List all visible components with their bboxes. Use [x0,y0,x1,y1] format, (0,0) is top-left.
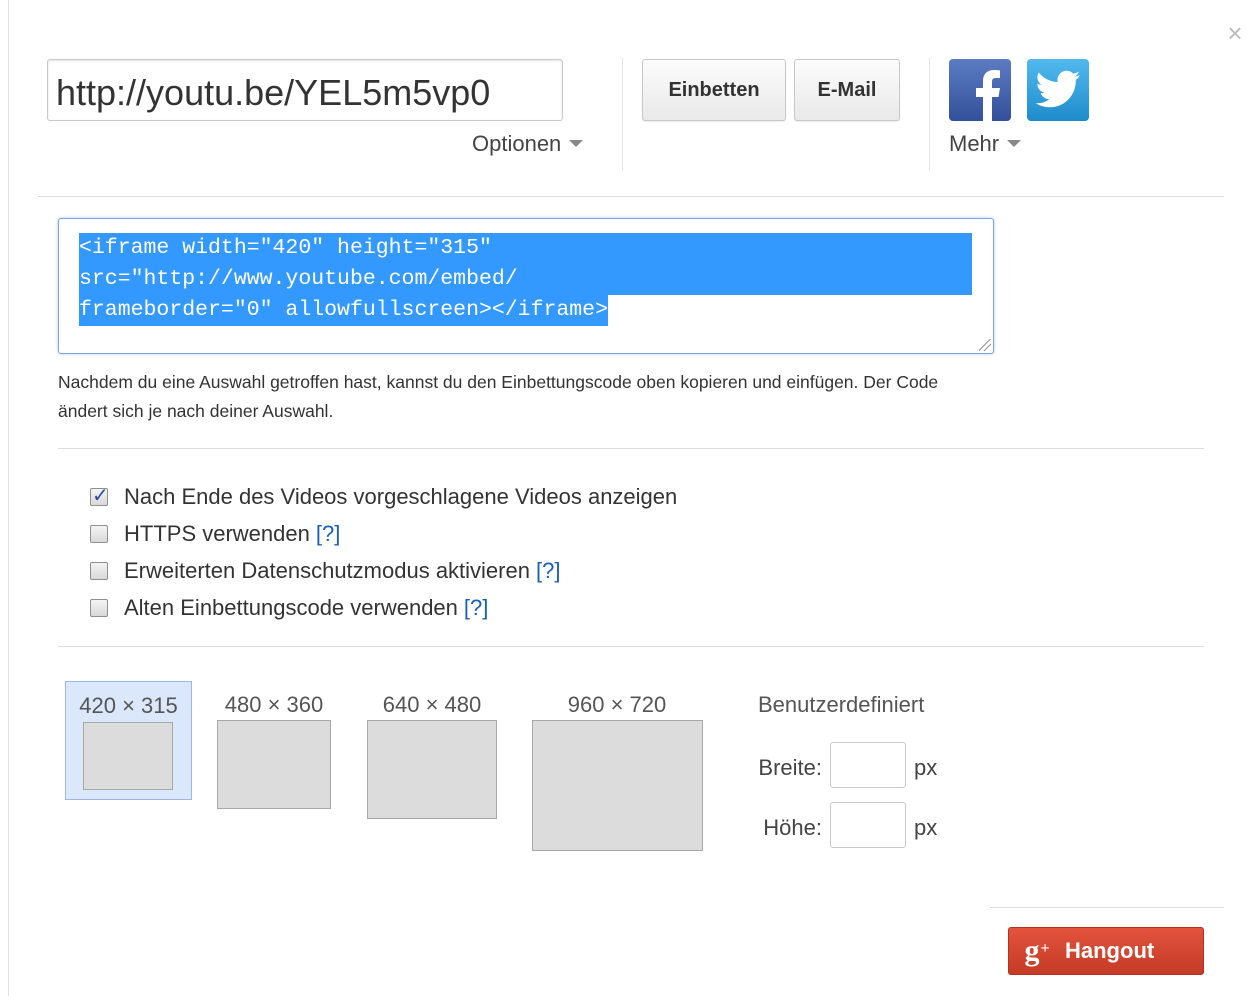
hangout-label: Hangout [1065,938,1155,963]
chevron-down-icon [569,139,584,147]
width-label: Breite: [758,755,822,780]
google-plus-icon: g + [1024,934,1050,967]
height-input[interactable] [830,802,906,848]
help-link[interactable]: [?] [316,521,340,547]
divider [58,646,1204,647]
twitter-icon[interactable] [1027,59,1089,121]
embed-code-textarea[interactable]: <iframe width="420" height="315" src="ht… [58,218,994,354]
help-link[interactable]: [?] [464,595,488,621]
embed-help-text: Nachdem du eine Auswahl getroffen hast, … [58,372,939,421]
height-label: Höhe: [763,815,822,840]
checkbox[interactable] [90,599,108,617]
option-show-suggested-videos[interactable]: Nach Ende des Videos vorgeschlagene Vide… [90,482,677,512]
size-preview [83,722,173,790]
size-label: 640 × 480 [382,692,482,717]
size-label: 420 × 315 [79,693,178,718]
option-label: Alten Einbettungscode verwenden [124,595,458,620]
embed-button[interactable]: Einbetten [642,59,786,121]
size-preview [367,720,497,819]
dialog-left-border [8,0,9,996]
chevron-down-icon [1007,139,1022,147]
width-input[interactable] [830,742,906,788]
embed-code-line: frameborder="0" allowfullscreen></iframe… [79,295,608,326]
hangout-button[interactable]: g + Hangout [1008,927,1204,975]
more-label: Mehr [949,131,1000,156]
more-dropdown[interactable]: Mehr [949,131,1022,157]
size-label: 960 × 720 [567,692,667,717]
options-label: Optionen [472,131,562,156]
size-option-480x360[interactable]: 480 × 360 [212,681,336,811]
email-button[interactable]: E-Mail [794,59,900,121]
divider [38,196,1224,197]
checkbox[interactable] [90,562,108,580]
size-option-640x480[interactable]: 640 × 480 [362,681,502,821]
resize-handle-icon[interactable] [979,339,991,351]
size-option-960x720[interactable]: 960 × 720 [527,681,707,853]
divider [622,58,623,170]
embed-code-line: src="http://www.youtube.com/embed/ [79,264,972,295]
checkbox[interactable] [90,525,108,543]
size-option-420x315[interactable]: 420 × 315 [65,681,192,800]
option-privacy-mode[interactable]: Erweiterten Datenschutzmodus aktivieren … [90,556,560,586]
size-preview [217,720,331,809]
height-unit: px [914,815,938,840]
option-label: Erweiterten Datenschutzmodus aktivieren [124,558,530,583]
divider [58,448,1204,449]
close-icon[interactable]: × [1222,20,1248,46]
help-link[interactable]: [?] [536,558,560,584]
option-old-embed-code[interactable]: Alten Einbettungscode verwenden [?] [90,593,488,623]
size-label: 480 × 360 [224,692,324,717]
facebook-icon[interactable] [949,59,1011,121]
custom-size-title: Benutzerdefiniert [758,692,925,717]
option-label: HTTPS verwenden [124,521,310,546]
divider [929,58,930,170]
size-preview [532,720,703,851]
width-unit: px [914,755,938,780]
share-url-input[interactable] [47,59,563,121]
checkbox[interactable] [90,483,109,508]
option-use-https[interactable]: HTTPS verwenden [?] [90,519,340,549]
options-dropdown[interactable]: Optionen [472,131,584,157]
embed-code-line: <iframe width="420" height="315" [79,233,972,264]
option-label: Nach Ende des Videos vorgeschlagene Vide… [124,484,678,509]
divider [990,907,1224,908]
